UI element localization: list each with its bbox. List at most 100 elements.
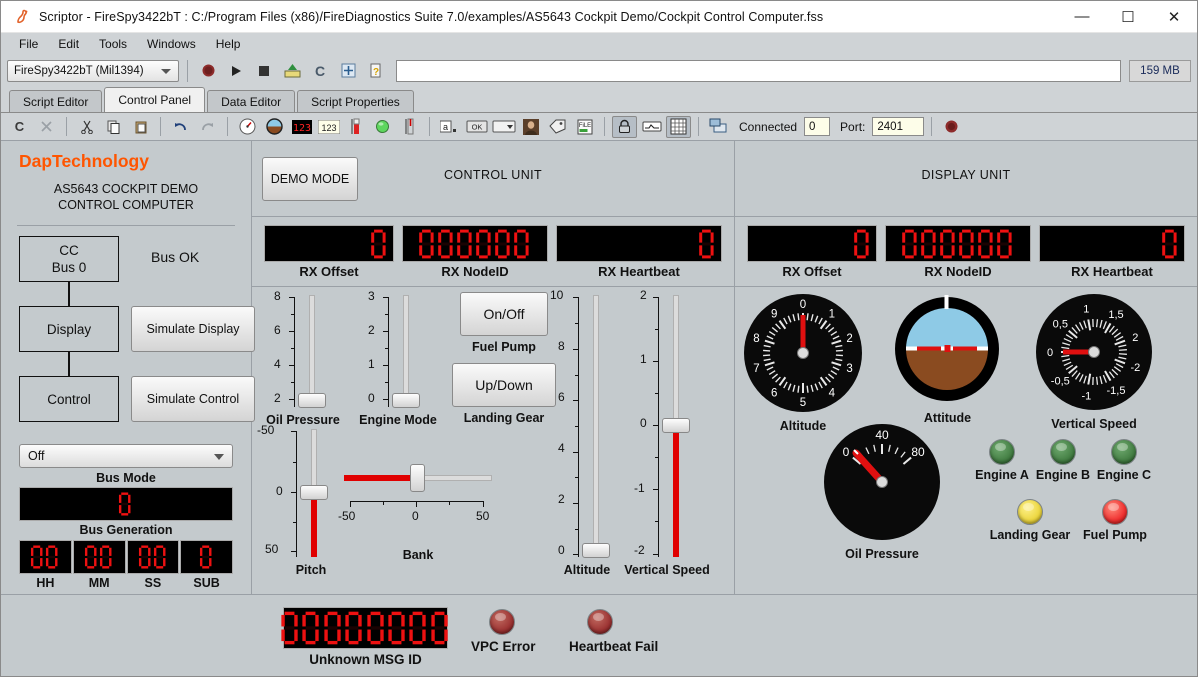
window-title: Scriptor - FireSpy3422bT : C:/Program Fi… (39, 9, 824, 24)
network-icon[interactable] (706, 116, 731, 138)
title-bar: Scriptor - FireSpy3422bT : C:/Program Fi… (1, 1, 1197, 33)
fuel-pump-caption: Fuel Pump (472, 340, 536, 354)
menu-tools[interactable]: Tools (89, 35, 137, 53)
divider (227, 117, 228, 136)
tab-bar: Script Editor Control Panel Data Editor … (1, 87, 1197, 113)
oil-pressure-gauge-label: Oil Pressure (845, 547, 919, 561)
cc-bus-box[interactable]: CC Bus 0 (19, 236, 119, 282)
tick-label: 3 (368, 289, 375, 303)
tab-script-properties[interactable]: Script Properties (297, 90, 414, 112)
tick-label: 0 (276, 484, 283, 498)
vpc-error-led[interactable] (489, 609, 515, 635)
minimize-button[interactable]: — (1059, 1, 1105, 33)
maximize-button[interactable]: ☐ (1105, 1, 1151, 33)
undo-button[interactable] (168, 116, 193, 138)
close-button[interactable]: ✕ (1151, 1, 1197, 33)
engine-mode-slider[interactable]: 3 2 1 0 Engine Mode (359, 289, 446, 427)
slider-handle[interactable] (662, 418, 690, 433)
textbox-icon[interactable]: a (437, 116, 462, 138)
graph-icon[interactable] (639, 116, 664, 138)
cut-button[interactable] (74, 116, 99, 138)
connected-value[interactable]: 0 (804, 117, 831, 136)
menu-file[interactable]: File (9, 35, 48, 53)
grid-icon[interactable] (666, 115, 691, 138)
play-button[interactable] (224, 59, 248, 83)
record-button[interactable] (196, 59, 220, 83)
menu-help[interactable]: Help (206, 35, 251, 53)
control-box[interactable]: Control (19, 376, 119, 422)
gauge-icon[interactable] (235, 116, 260, 138)
fuel-pump-button[interactable]: On/Off (460, 292, 548, 336)
display-unit-title: DISPLAY UNIT (921, 168, 1011, 182)
label-icon[interactable] (545, 116, 570, 138)
simulate-display-button[interactable]: Simulate Display (131, 306, 255, 352)
engine-b-led[interactable] (1050, 439, 1076, 465)
display-unit-body: 0123456789 Altitude Attitude 0 0,5 1 1,5… (735, 287, 1197, 594)
divider (604, 117, 605, 136)
svg-text:8: 8 (753, 333, 759, 345)
sub-label: SUB (193, 576, 220, 590)
vertical-slider-icon[interactable] (397, 116, 422, 138)
lock-icon[interactable] (612, 115, 637, 138)
seven-segment-icon[interactable]: 123 (289, 116, 314, 138)
du-rx-heartbeat-label: RX Heartbeat (1071, 264, 1153, 279)
device-selector[interactable]: FireSpy3422bT (Mil1394) (7, 59, 179, 82)
engine-a-label: Engine A (975, 468, 1029, 482)
slider-handle[interactable] (300, 485, 328, 500)
address-input[interactable] (396, 59, 1121, 82)
bank-slider[interactable]: -50 0 50 Bank (338, 464, 492, 562)
menu-windows[interactable]: Windows (137, 35, 206, 53)
script-help-button[interactable]: ? (364, 59, 388, 83)
slider-handle[interactable] (582, 543, 610, 558)
slider-handle[interactable] (392, 393, 420, 408)
upload-button[interactable] (280, 59, 304, 83)
compile-c-button[interactable]: C (308, 59, 332, 83)
ok-button-icon[interactable]: OK (464, 116, 489, 138)
redo-button[interactable] (195, 116, 220, 138)
divider (160, 117, 161, 136)
heartbeat-fail-led[interactable] (587, 609, 613, 635)
paste-button[interactable] (128, 116, 153, 138)
tab-script-editor[interactable]: Script Editor (9, 90, 103, 112)
svg-text:7: 7 (753, 363, 759, 375)
vertical-speed-slider[interactable]: 2 1 0 -1 -2 Vertical Speed (624, 288, 722, 577)
file-icon[interactable]: FiLE (572, 116, 597, 138)
tab-data-editor[interactable]: Data Editor (207, 90, 296, 112)
oil-pressure-slider[interactable]: 8 6 4 2 Oil Pressure (266, 289, 348, 427)
tick (573, 349, 579, 350)
altitude-gauge-face: 0 1 2 3 4 5 6 7 8 9 (744, 294, 862, 412)
bus-mode-dropdown[interactable]: Off (19, 444, 233, 468)
slider-icon[interactable] (343, 116, 368, 138)
display-box[interactable]: Display (19, 306, 119, 352)
slider-handle[interactable] (410, 464, 425, 492)
landing-gear-led[interactable] (1017, 499, 1043, 525)
engine-c-led[interactable] (1111, 439, 1137, 465)
landing-gear-button[interactable]: Up/Down (452, 363, 556, 407)
led-icon[interactable] (370, 116, 395, 138)
copy-button[interactable] (101, 116, 126, 138)
combobox-icon[interactable] (491, 116, 516, 138)
image-icon[interactable] (518, 116, 543, 138)
svg-text:-0,5: -0,5 (1051, 375, 1070, 387)
fuel-pump-led[interactable] (1102, 499, 1128, 525)
engine-b-led-group: Engine B (1032, 439, 1094, 482)
slider-handle[interactable] (298, 393, 326, 408)
engine-a-led[interactable] (989, 439, 1015, 465)
port-value[interactable]: 2401 (872, 117, 925, 136)
attitude-icon[interactable] (262, 116, 287, 138)
close-icon-button[interactable] (34, 116, 59, 138)
record-stop-icon[interactable] (939, 116, 964, 138)
compile-button[interactable]: C (7, 116, 32, 138)
expand-button[interactable] (336, 59, 360, 83)
numeric-icon[interactable]: 123 (316, 116, 341, 138)
stop-button[interactable] (252, 59, 276, 83)
tick (653, 425, 659, 426)
altitude-slider[interactable]: 10 8 6 4 2 0 Altitude (550, 288, 632, 577)
menu-edit[interactable]: Edit (48, 35, 89, 53)
tick (293, 462, 297, 463)
scriptor-icon (9, 5, 37, 29)
simulate-control-button[interactable]: Simulate Control (131, 376, 255, 422)
tab-control-panel[interactable]: Control Panel (104, 87, 206, 112)
tick (385, 348, 389, 349)
tick (289, 331, 295, 332)
